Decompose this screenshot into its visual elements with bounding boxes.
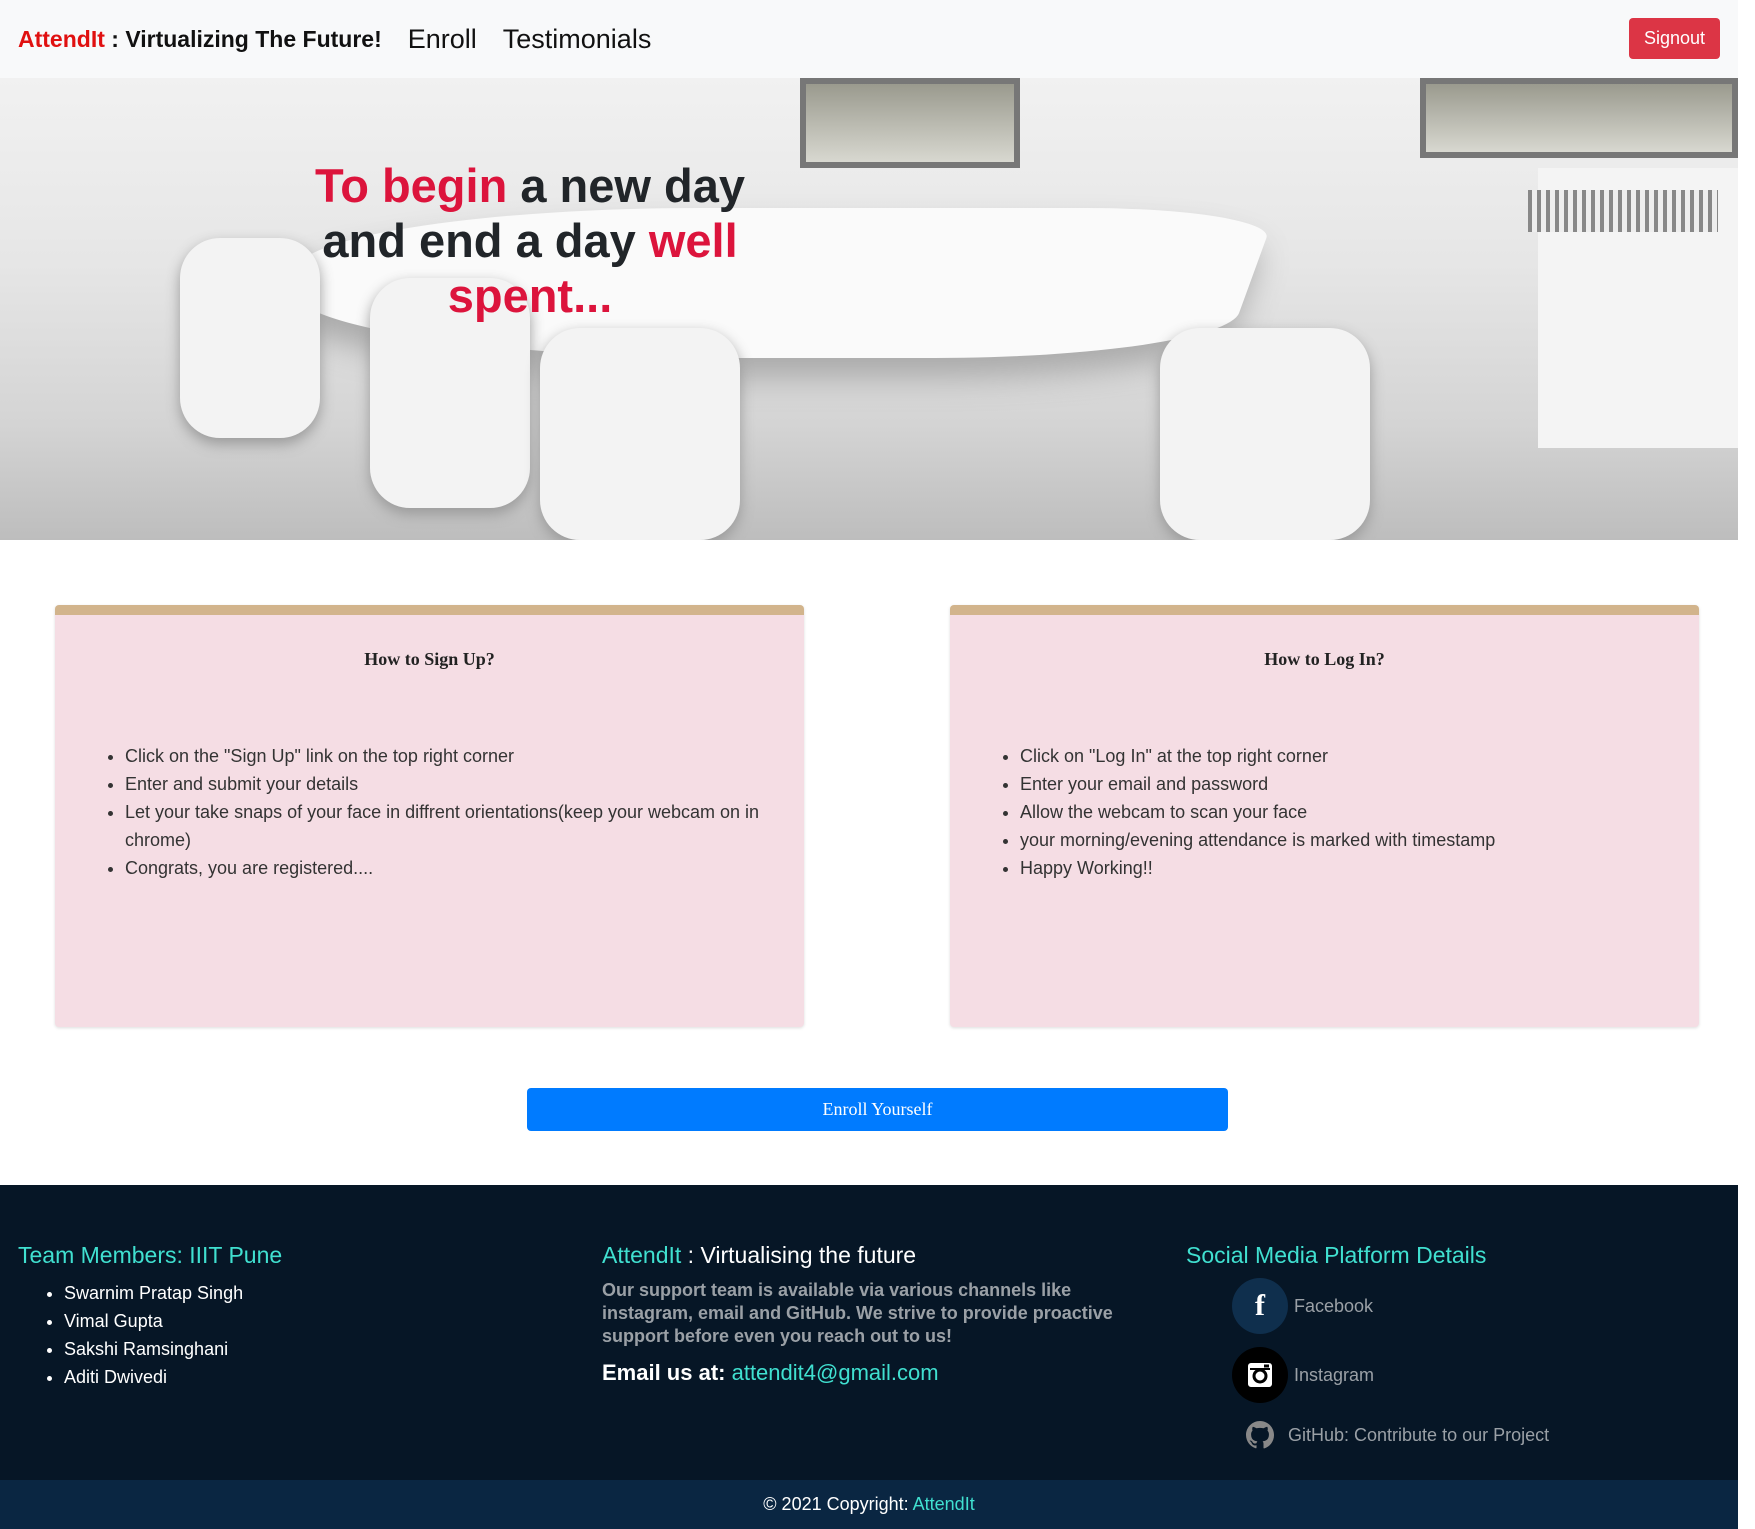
about-heading: : Virtualising the future bbox=[681, 1242, 917, 1268]
about-text: Our support team is available via variou… bbox=[602, 1280, 1113, 1346]
enroll-yourself-button[interactable]: Enroll Yourself bbox=[527, 1088, 1228, 1131]
team-heading: Team Members: IIIT Pune bbox=[18, 1242, 283, 1268]
hero-chair bbox=[540, 328, 740, 540]
hero-headline: To begin a new day and end a day well sp… bbox=[300, 158, 760, 323]
card-title: How to Log In? bbox=[1264, 649, 1385, 669]
social-label: Instagram bbox=[1294, 1364, 1375, 1385]
copyright-bar: © 2021 Copyright: AttendIt bbox=[0, 1480, 1738, 1529]
list-item: Click on the "Sign Up" link on the top r… bbox=[125, 742, 784, 770]
instagram-icon bbox=[1232, 1347, 1288, 1403]
brand[interactable]: AttendIt : Virtualizing The Future! bbox=[18, 26, 382, 53]
facebook-link[interactable]: f Facebook bbox=[1232, 1277, 1549, 1335]
instagram-link[interactable]: Instagram bbox=[1232, 1346, 1549, 1404]
brand-tagline: : Virtualizing The Future! bbox=[104, 25, 382, 52]
card-title: How to Sign Up? bbox=[364, 649, 495, 669]
brand-name: AttendIt bbox=[18, 25, 105, 52]
team-member: Vimal Gupta bbox=[64, 1307, 282, 1335]
headline-part: a new day bbox=[507, 159, 746, 212]
social-label: Facebook bbox=[1294, 1295, 1374, 1316]
footer: Team Members: IIIT Pune Swarnim Pratap S… bbox=[0, 1185, 1738, 1480]
headline-part: spent... bbox=[447, 269, 613, 322]
list-item: Click on "Log In" at the top right corne… bbox=[1020, 742, 1679, 770]
social-label: GitHub: Contribute to our Project bbox=[1288, 1424, 1550, 1445]
headline-part: To begin bbox=[314, 159, 508, 212]
team-member: Swarnim Pratap Singh bbox=[64, 1279, 282, 1307]
list-item: Enter your email and password bbox=[1020, 770, 1679, 798]
social-section: Social Media Platform Details f Facebook… bbox=[1186, 1242, 1549, 1466]
hero-chair bbox=[180, 238, 320, 438]
signup-instructions-card: How to Sign Up? Click on the "Sign Up" l… bbox=[55, 605, 804, 1027]
team-member: Sakshi Ramsinghani bbox=[64, 1335, 282, 1363]
signup-steps: Click on the "Sign Up" link on the top r… bbox=[125, 742, 784, 882]
list-item: Allow the webcam to scan your face bbox=[1020, 798, 1679, 826]
list-item: Congrats, you are registered.... bbox=[125, 854, 784, 882]
login-instructions-card: How to Log In? Click on "Log In" at the … bbox=[950, 605, 1699, 1027]
about-section: AttendIt : Virtualising the future Our s… bbox=[602, 1242, 1162, 1386]
hero-window bbox=[800, 78, 1020, 168]
team-member: Aditi Dwivedi bbox=[64, 1363, 282, 1391]
facebook-icon: f bbox=[1232, 1278, 1288, 1334]
hero-chair bbox=[1160, 328, 1370, 540]
about-brand: AttendIt bbox=[602, 1242, 682, 1268]
hero-window bbox=[1420, 78, 1738, 158]
list-item: Let your take snaps of your face in diff… bbox=[125, 798, 784, 854]
email-link[interactable]: attendit4@gmail.com bbox=[732, 1360, 939, 1385]
login-steps: Click on "Log In" at the top right corne… bbox=[1020, 742, 1679, 882]
list-item: Happy Working!! bbox=[1020, 854, 1679, 882]
list-item: your morning/evening attendance is marke… bbox=[1020, 826, 1679, 854]
nav-link-testimonials[interactable]: Testimonials bbox=[503, 24, 652, 55]
copyright-text: © 2021 Copyright: bbox=[763, 1494, 913, 1514]
team-section: Team Members: IIIT Pune Swarnim Pratap S… bbox=[18, 1242, 282, 1391]
headline-part: well bbox=[648, 214, 738, 267]
social-heading: Social Media Platform Details bbox=[1186, 1242, 1487, 1268]
headline-part: and end a day bbox=[322, 214, 649, 267]
hero-banner: To begin a new day and end a day well sp… bbox=[0, 78, 1738, 540]
nav-link-enroll[interactable]: Enroll bbox=[408, 24, 477, 55]
navbar: AttendIt : Virtualizing The Future! Enro… bbox=[0, 0, 1738, 78]
copyright-brand-link[interactable]: AttendIt bbox=[913, 1494, 975, 1514]
github-icon bbox=[1238, 1413, 1282, 1457]
github-link[interactable]: GitHub: Contribute to our Project bbox=[1232, 1415, 1549, 1455]
email-label: Email us at: bbox=[602, 1360, 732, 1385]
list-item: Enter and submit your details bbox=[125, 770, 784, 798]
hero-radiator bbox=[1528, 190, 1718, 232]
signout-button[interactable]: Signout bbox=[1628, 18, 1720, 59]
